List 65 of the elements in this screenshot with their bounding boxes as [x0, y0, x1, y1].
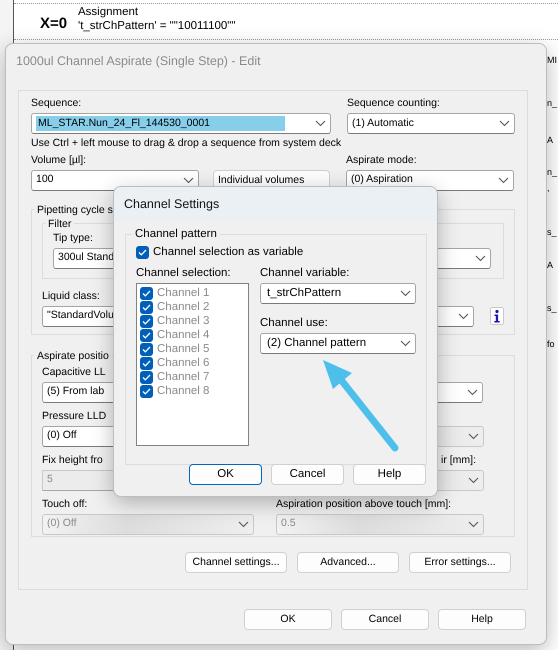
group-title: Channel pattern	[134, 227, 218, 241]
dropdown-caret-icon	[499, 120, 510, 127]
field-label: Tip type:	[53, 230, 93, 245]
step-text-fragment: s_	[547, 302, 557, 315]
dialog-button[interactable]: OK	[189, 464, 262, 485]
step-text-fragment: A	[547, 134, 554, 147]
dialog-button[interactable]: Channel settings...	[185, 552, 287, 573]
sequence-dropdown[interactable]: ML_STAR.Nun_24_Fl_144530_0001	[31, 113, 331, 134]
dropdown-caret-icon	[315, 120, 326, 127]
field-label: Aspiration position above touch [mm]:	[276, 496, 452, 511]
volume-dropdown[interactable]: 100	[31, 170, 199, 191]
step-text-fragment: ,	[547, 182, 550, 195]
sequence-counting-dropdown[interactable]: (1) Automatic	[347, 113, 515, 134]
dialog-button[interactable]: OK	[244, 609, 332, 630]
group-title: Filter	[47, 216, 72, 231]
checkbox[interactable]	[136, 246, 149, 260]
dialog-button[interactable]: Help	[353, 464, 426, 485]
step-marker: X=0	[40, 15, 68, 32]
field-label: Channel variable:	[260, 266, 350, 280]
field-label: Channel selection:	[136, 266, 231, 280]
step-title: Assignment	[78, 5, 140, 19]
channel-use-dropdown[interactable]: (2) Channel pattern	[260, 333, 416, 354]
aspirate-mode-dropdown[interactable]: (0) Aspiration	[346, 170, 514, 191]
step-text-fragment: fo	[547, 338, 555, 351]
group-title: Pipetting cycle s	[36, 202, 114, 217]
dialog-button[interactable]: Help	[438, 609, 526, 630]
step-text-fragment: s_	[547, 226, 557, 239]
dropdown-caret-icon	[400, 290, 411, 298]
dropdown-caret-icon	[498, 176, 509, 184]
field-label: Channel use:	[260, 316, 328, 330]
dropdown-caret-icon	[467, 388, 478, 396]
dropdown-caret-icon	[238, 520, 249, 528]
field-label: Capacitive LL	[42, 364, 106, 379]
field-label: Pressure LLD	[42, 408, 106, 423]
step-text-fragment: A	[547, 259, 554, 272]
dialog-button[interactable]: Cancel	[271, 464, 344, 485]
dialog-button[interactable]: Advanced...	[297, 552, 399, 573]
window-title: 1000ul Channel Aspirate (Single Step) - Edit	[15, 52, 262, 70]
channel-variable-dropdown[interactable]: t_strChPattern	[260, 283, 416, 304]
dialog-button[interactable]: Error settings...	[409, 552, 511, 573]
dropdown-caret-icon	[468, 432, 479, 440]
hint-text: Use Ctrl + left mouse to drag & drop a sequence from system deck	[31, 136, 342, 151]
field-label: Sequence:	[31, 96, 82, 110]
dialog-button[interactable]: Cancel	[341, 609, 429, 630]
field-label: Liquid class:	[42, 288, 100, 303]
step-text-fragment: n_	[547, 97, 558, 110]
window-title: Channel Settings	[114, 187, 437, 221]
group-title: Aspirate positio	[36, 348, 110, 363]
field-label: Aspirate mode:	[346, 152, 417, 167]
field-label: Volume [µl]:	[31, 152, 86, 167]
field-label: Fix height fro	[42, 452, 103, 467]
dropdown-caret-icon	[183, 176, 194, 184]
field-label: Sequence counting:	[347, 96, 440, 110]
dropdown-caret-icon	[468, 476, 479, 484]
field-label: Touch off:	[42, 496, 88, 511]
step-text-fragment: n_	[547, 166, 558, 179]
dropdown-caret-icon	[458, 312, 469, 320]
step-text-fragment: MI	[547, 54, 557, 67]
checkbox-label: Channel selection as variable	[153, 245, 304, 260]
info-icon[interactable]	[490, 307, 504, 326]
dropdown-caret-icon	[400, 340, 411, 348]
dropdown-caret-icon	[475, 254, 486, 262]
step-detail: 't_strChPattern' = ""10011100""	[78, 19, 236, 33]
field-label: ir [mm]:	[441, 452, 476, 467]
dropdown-caret-icon	[468, 520, 479, 528]
